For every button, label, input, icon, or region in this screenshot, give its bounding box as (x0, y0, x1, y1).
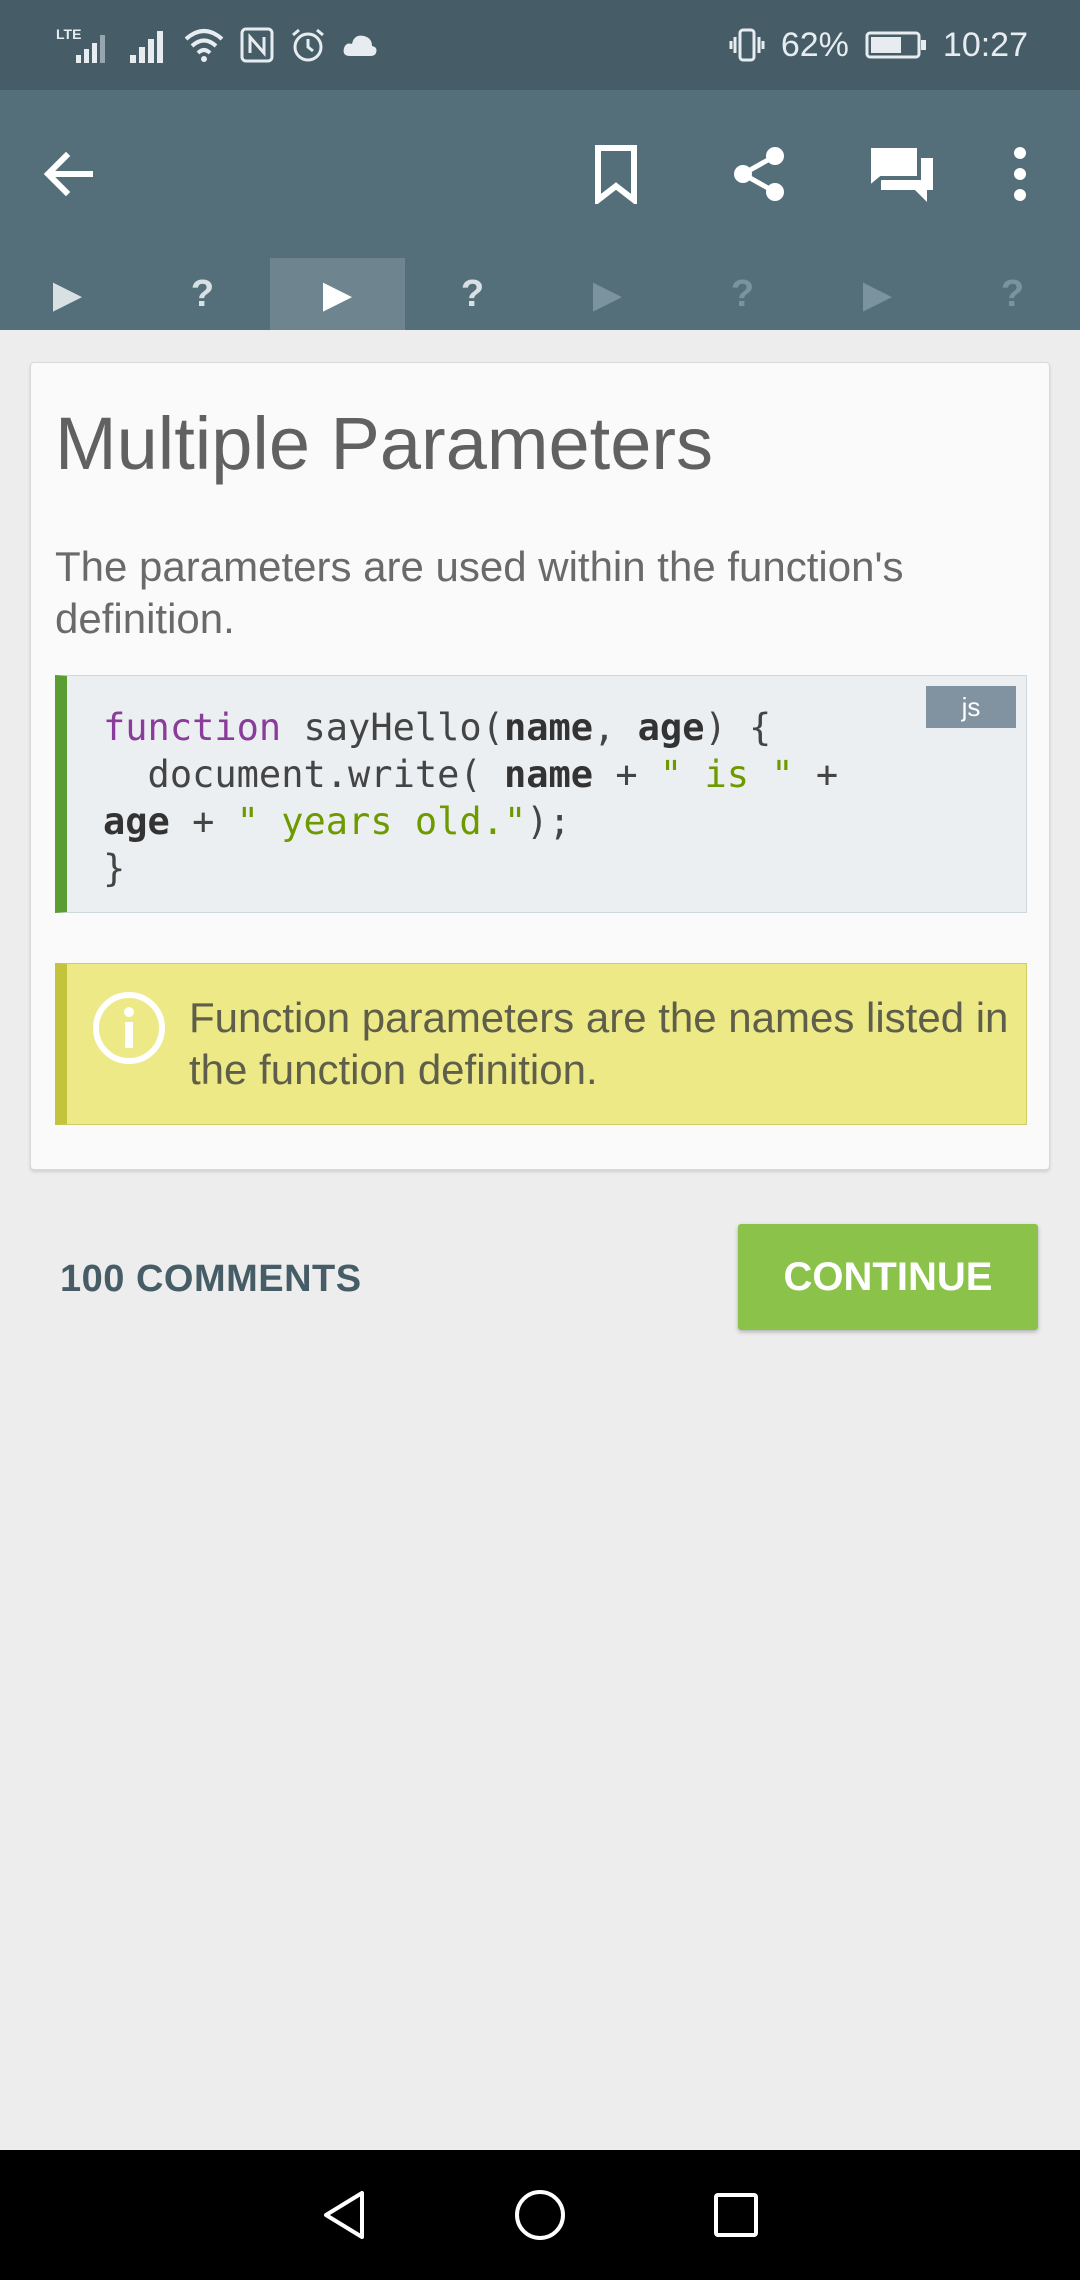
battery-percent: 62% (780, 25, 849, 64)
comments-icon (867, 144, 933, 202)
note-text: Function parameters are the names listed… (189, 994, 1009, 1093)
lesson-card: Multiple Parameters The parameters are u… (30, 362, 1050, 1170)
step-quiz-3: ? (675, 258, 810, 330)
status-left: LTE (56, 25, 378, 65)
bookmark-icon (595, 145, 637, 204)
play-icon: ▶ (52, 273, 83, 316)
clock: 10:27 (942, 25, 1028, 64)
play-icon: ▶ (322, 273, 353, 316)
code-language-badge: js (926, 686, 1016, 728)
nav-recents-icon[interactable] (708, 2187, 764, 2243)
lesson-description: The parameters are used within the funct… (55, 543, 904, 642)
more-icon (1014, 147, 1026, 201)
play-icon: ▶ (592, 273, 623, 316)
comments-link[interactable]: 100 COMMENTS (60, 1258, 362, 1301)
top-app-bar (0, 90, 1080, 258)
code-block[interactable]: function sayHello(name, age) { document.… (55, 675, 1027, 913)
nfc-icon (240, 27, 274, 63)
wifi-icon (184, 27, 224, 63)
question-icon: ? (460, 272, 485, 315)
lesson-progress-bar: ▶ ? ▶ ? ▶ ? ▶ ? (0, 258, 1080, 330)
lesson-title: Multiple Parameters (55, 402, 714, 485)
signal-icon (128, 25, 168, 65)
step-quiz-2[interactable]: ? (405, 258, 540, 330)
share-icon (734, 147, 784, 201)
bookmark-button[interactable] (568, 126, 664, 222)
comments-button[interactable] (854, 126, 950, 222)
lte-signal-icon: LTE (56, 25, 112, 65)
network-label: LTE (56, 26, 81, 42)
play-icon: ▶ (862, 273, 893, 316)
code-content: function sayHello(name, age) { document.… (103, 706, 839, 890)
alarm-icon (290, 27, 326, 63)
cloud-icon (342, 32, 378, 58)
status-bar: LTE 62% 10:27 (0, 0, 1080, 90)
battery-icon (865, 30, 927, 60)
step-lesson-4: ▶ (810, 258, 945, 330)
back-arrow-icon (43, 151, 93, 197)
code-keyword: function (103, 706, 282, 749)
question-icon: ? (1000, 272, 1025, 315)
question-icon: ? (730, 272, 755, 315)
continue-button[interactable]: CONTINUE (738, 1224, 1038, 1330)
step-lesson-3: ▶ (540, 258, 675, 330)
question-icon: ? (190, 272, 215, 315)
step-quiz-4: ? (945, 258, 1080, 330)
nav-back-icon[interactable] (316, 2187, 372, 2243)
info-note: Function parameters are the names listed… (55, 963, 1027, 1125)
info-icon (93, 992, 165, 1064)
share-button[interactable] (711, 126, 807, 222)
back-button[interactable] (40, 126, 124, 222)
step-lesson-2[interactable]: ▶ (270, 258, 405, 330)
status-right: 62% 10:27 (729, 26, 1028, 65)
step-lesson-1[interactable]: ▶ (0, 258, 135, 330)
nav-home-icon[interactable] (512, 2187, 568, 2243)
step-quiz-1[interactable]: ? (135, 258, 270, 330)
system-nav-bar (0, 2150, 1080, 2280)
vibrate-icon (729, 27, 765, 63)
more-options-button[interactable] (1000, 126, 1040, 222)
